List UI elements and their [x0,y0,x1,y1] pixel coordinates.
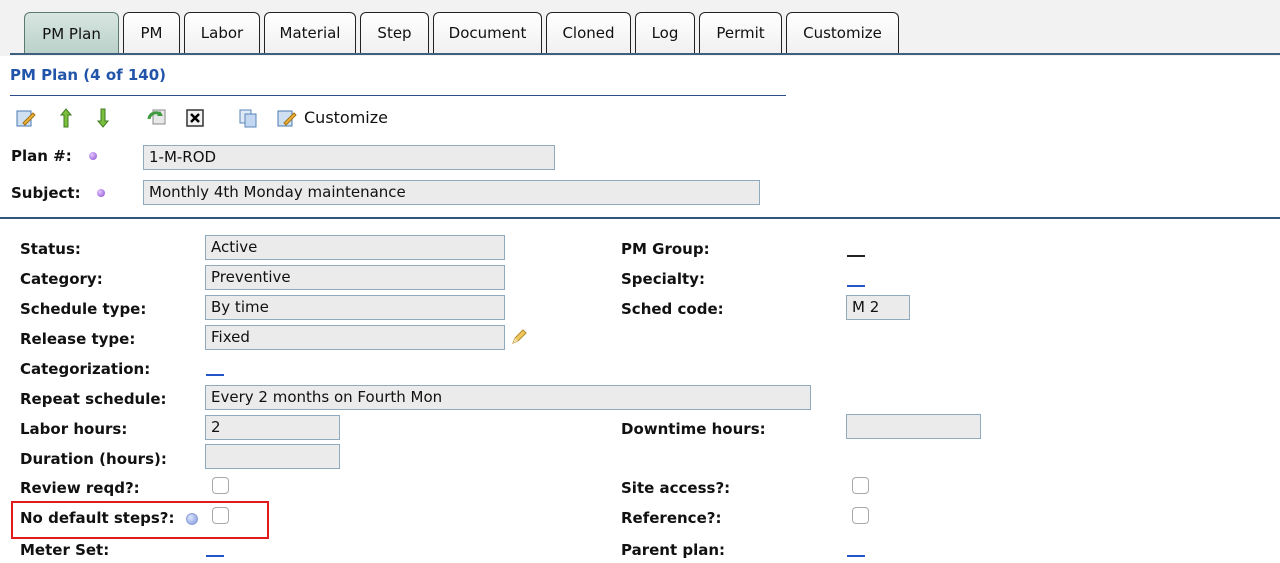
reference-checkbox[interactable] [852,507,869,524]
tab-pm-plan[interactable]: PM Plan [24,12,119,55]
categorization-label: Categorization: [20,360,151,378]
tab-material[interactable]: Material [264,12,356,53]
status-field[interactable]: Active [205,235,505,260]
categorization-link[interactable] [206,374,224,376]
review-reqd-checkbox[interactable] [212,477,229,494]
tab-step[interactable]: Step [360,12,429,53]
plan-number-field[interactable]: 1-M-ROD [143,145,555,170]
title-divider [10,95,786,96]
refresh-icon[interactable] [142,104,172,132]
parent-plan-label: Parent plan: [621,541,726,559]
pm-group-label: PM Group: [621,240,710,258]
meter-set-label: Meter Set: [20,541,110,559]
status-label: Status: [20,240,81,258]
specialty-link[interactable] [847,285,865,287]
parent-plan-link[interactable] [847,555,865,557]
highlight-box [11,501,269,539]
sched-code-field[interactable]: M 2 [846,295,910,320]
tab-bar: PM Plan PM Labor Material Step Document … [0,0,1280,56]
meter-set-link[interactable] [206,555,224,557]
plan-number-label: Plan #: [11,147,72,165]
category-field[interactable]: Preventive [205,265,505,290]
duration-hours-field[interactable] [205,444,340,469]
tab-permit[interactable]: Permit [699,12,782,53]
site-access-checkbox[interactable] [852,477,869,494]
duration-hours-label: Duration (hours): [20,450,167,468]
tab-labor[interactable]: Labor [184,12,260,53]
close-box-icon[interactable] [181,104,209,132]
release-type-label: Release type: [20,330,136,348]
pencil-icon[interactable] [510,328,528,346]
required-indicator-icon [89,152,97,160]
tab-pm[interactable]: PM [123,12,180,53]
tab-customize[interactable]: Customize [786,12,899,53]
tab-document[interactable]: Document [433,12,542,53]
specialty-label: Specialty: [621,270,705,288]
tab-underline [10,53,1280,55]
downtime-hours-label: Downtime hours: [621,420,766,438]
move-down-icon[interactable] [91,104,115,132]
schedule-type-field[interactable]: By time [205,295,505,320]
customize-button[interactable]: Customize [304,104,388,132]
edit-icon[interactable] [11,104,41,132]
site-access-label: Site access?: [621,479,731,497]
section-divider [0,217,1280,219]
reference-label: Reference?: [621,509,722,527]
sched-code-label: Sched code: [621,300,724,318]
subject-label: Subject: [11,184,81,202]
tab-cloned[interactable]: Cloned [546,12,631,53]
page-title: PM Plan (4 of 140) [10,66,167,84]
review-reqd-label: Review reqd?: [20,479,140,497]
repeat-schedule-label: Repeat schedule: [20,390,167,408]
copy-icon[interactable] [233,104,263,132]
labor-hours-label: Labor hours: [20,420,128,438]
labor-hours-field[interactable]: 2 [205,415,340,440]
schedule-type-label: Schedule type: [20,300,147,318]
pm-group-link[interactable] [847,255,865,257]
move-up-icon[interactable] [54,104,78,132]
release-type-field[interactable]: Fixed [205,325,505,350]
category-label: Category: [20,270,103,288]
repeat-schedule-field[interactable]: Every 2 months on Fourth Mon [205,385,811,410]
downtime-hours-field[interactable] [846,414,981,439]
required-indicator-icon [97,189,105,197]
customize-icon[interactable] [273,104,301,132]
subject-field[interactable]: Monthly 4th Monday maintenance [143,180,760,205]
tab-log[interactable]: Log [635,12,695,53]
